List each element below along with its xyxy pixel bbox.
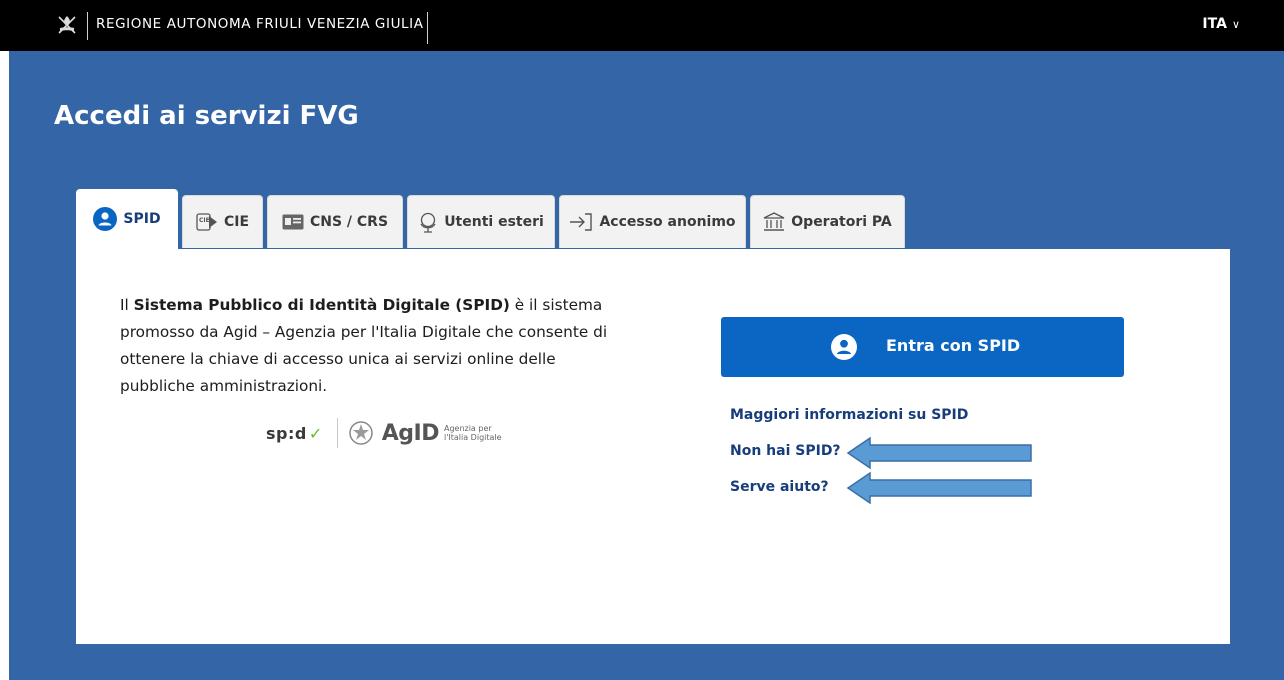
tab-label: Utenti esteri: [444, 214, 544, 230]
page-title: Accedi ai servizi FVG: [54, 101, 359, 131]
italy-emblem-icon: [348, 421, 373, 445]
login-arrow-icon: [569, 212, 593, 232]
agid-logo-text: AgID: [381, 420, 440, 446]
tab-operatori-pa[interactable]: Operatori PA: [750, 195, 905, 248]
tab-utenti-esteri[interactable]: Utenti esteri: [407, 195, 555, 248]
institution-icon: [763, 212, 785, 232]
chevron-down-icon: ∨: [1231, 18, 1240, 31]
tab-label: SPID: [123, 211, 161, 227]
language-label: ITA: [1202, 16, 1227, 32]
region-name[interactable]: REGIONE AUTONOMA FRIULI VENEZIA GIULIA: [96, 16, 424, 32]
tab-label: Operatori PA: [791, 214, 892, 230]
spid-panel: Il Sistema Pubblico di Identità Digitale…: [76, 249, 1230, 644]
id-card-icon: [282, 214, 304, 230]
annotation-arrow-icon: [846, 471, 1032, 505]
tab-cns-crs[interactable]: CNS / CRS: [267, 195, 403, 248]
spid-description-bold: Sistema Pubblico di Identità Digitale (S…: [133, 296, 510, 314]
tab-label: CNS / CRS: [309, 214, 389, 230]
tab-spid[interactable]: SPID: [76, 189, 178, 249]
svg-text:CIE: CIE: [199, 217, 210, 224]
spid-agid-logos: sp:d ✓ AgID Agenzia per l'Italia Digitale: [266, 415, 536, 451]
region-emblem-icon: [58, 16, 76, 34]
annotation-arrow-icon: [846, 436, 1032, 470]
tab-label: CIE: [223, 214, 250, 230]
spid-user-icon: [93, 207, 118, 231]
language-selector[interactable]: ITA ∨: [1202, 16, 1240, 32]
tab-cie[interactable]: CIE CIE: [182, 195, 263, 248]
agid-logo-subtitle: Agenzia per l'Italia Digitale: [443, 424, 502, 442]
entra-con-spid-button[interactable]: Entra con SPID: [721, 317, 1124, 377]
logo-divider: [336, 418, 338, 448]
spid-description: Il Sistema Pubblico di Identità Digitale…: [120, 296, 608, 395]
cie-card-icon: CIE: [196, 212, 218, 232]
link-no-spid[interactable]: Non hai SPID?: [730, 443, 841, 459]
logo-divider: [87, 12, 88, 40]
globe-icon: [418, 211, 438, 233]
checkmark-icon: ✓: [308, 423, 323, 443]
region-divider: [427, 12, 428, 44]
spid-logo: sp:d ✓: [266, 423, 323, 443]
tab-label: Accesso anonimo: [599, 214, 736, 230]
spid-user-icon: [831, 334, 857, 364]
entra-con-spid-label: Entra con SPID: [886, 336, 1021, 355]
link-help[interactable]: Serve aiuto?: [730, 479, 829, 495]
top-bar: REGIONE AUTONOMA FRIULI VENEZIA GIULIA I…: [0, 0, 1284, 51]
main-area: Accedi ai servizi FVG SPID CIE CIE CNS /…: [9, 51, 1284, 680]
tab-accesso-anonimo[interactable]: Accesso anonimo: [559, 195, 746, 248]
link-more-info-spid[interactable]: Maggiori informazioni su SPID: [730, 407, 968, 423]
